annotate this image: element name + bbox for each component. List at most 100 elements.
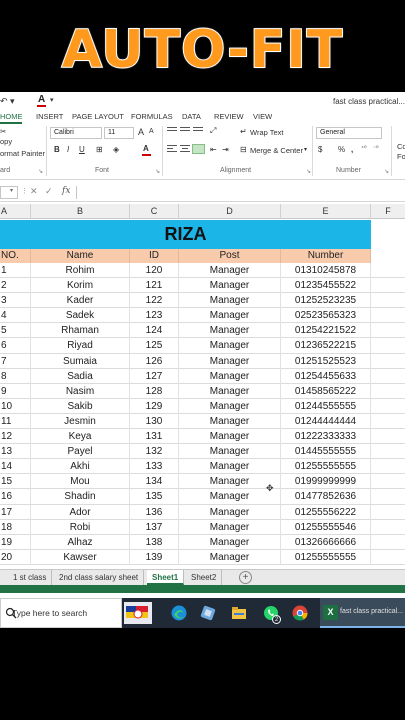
cell-number[interactable]: 01326666666 <box>281 534 371 550</box>
cell-name[interactable]: Alhaz <box>31 534 130 550</box>
sheet-tab-1st-class[interactable]: 1 st class <box>8 570 53 585</box>
cell-no[interactable]: 7 <box>0 353 31 369</box>
cell-id[interactable]: 138 <box>130 534 179 550</box>
cut-icon[interactable]: ✂ <box>0 127 6 136</box>
cell-number[interactable]: 01999999999 <box>281 474 371 490</box>
percent-button[interactable]: % <box>338 145 345 154</box>
cell-no[interactable]: 16 <box>0 489 31 505</box>
merge-center-button[interactable]: Merge & Center <box>250 146 303 155</box>
app-icon[interactable] <box>199 604 217 622</box>
cell-no[interactable]: 19 <box>0 534 31 550</box>
conditional-formatting-button[interactable]: Co <box>397 142 405 151</box>
sheet-title-cell[interactable]: RIZA <box>0 220 371 249</box>
excel-taskbar-button[interactable]: X fast class practical... <box>320 598 405 628</box>
undo-icon[interactable]: ↶ ▾ <box>0 96 15 107</box>
chrome-browser-icon[interactable] <box>291 604 309 622</box>
cell-id[interactable]: 124 <box>130 323 179 339</box>
cell-no[interactable]: 1 <box>0 263 31 278</box>
cell-no[interactable]: 10 <box>0 398 31 414</box>
cell-id[interactable]: 127 <box>130 368 179 384</box>
tab-formulas[interactable]: FORMULAS <box>131 112 173 121</box>
qat-font-color-icon[interactable]: A <box>38 94 45 105</box>
cell-post[interactable]: Manager <box>179 413 281 429</box>
cell-id[interactable]: 139 <box>130 549 179 565</box>
cell-name[interactable]: Korim <box>31 278 130 294</box>
cell-number[interactable]: 01222333333 <box>281 429 371 445</box>
cell-post[interactable]: Manager <box>179 398 281 414</box>
bold-button[interactable]: B <box>54 145 60 154</box>
cell-number[interactable]: 01458565222 <box>281 383 371 399</box>
cell-id[interactable]: 131 <box>130 429 179 445</box>
tab-page-layout[interactable]: PAGE LAYOUT <box>72 112 124 121</box>
shrink-font-button[interactable]: A <box>149 128 154 135</box>
font-launcher-icon[interactable]: ↘ <box>155 168 160 175</box>
font-color-button[interactable]: A <box>143 144 149 153</box>
cell-name[interactable]: Payel <box>31 444 130 460</box>
column-header-d[interactable]: D <box>179 204 281 219</box>
cell-no[interactable]: 13 <box>0 444 31 460</box>
cell-id[interactable]: 135 <box>130 489 179 505</box>
confirm-entry-button[interactable]: ✓ <box>45 186 53 197</box>
font-name-select[interactable]: Calibri <box>50 127 102 139</box>
cell-post[interactable]: Manager <box>179 444 281 460</box>
cancel-entry-button[interactable]: ✕ <box>30 186 38 197</box>
increase-indent-icon[interactable]: ⇥ <box>222 145 229 154</box>
cell-post[interactable]: Manager <box>179 278 281 294</box>
header-cell-number[interactable]: Number <box>281 249 371 263</box>
orientation-icon[interactable]: ⤢ <box>210 126 216 136</box>
clipboard-launcher-icon[interactable]: ↘ <box>38 168 43 175</box>
align-right-active-icon[interactable] <box>192 144 205 154</box>
tab-insert[interactable]: INSERT <box>36 112 63 121</box>
cell-id[interactable]: 130 <box>130 413 179 429</box>
borders-icon[interactable]: ⊞ <box>96 145 103 154</box>
cell-id[interactable]: 121 <box>130 278 179 294</box>
cell-post[interactable]: Manager <box>179 353 281 369</box>
cell-no[interactable]: 6 <box>0 338 31 354</box>
tab-view[interactable]: VIEW <box>253 112 272 121</box>
cell-number[interactable]: 01255556222 <box>281 504 371 520</box>
column-header-c[interactable]: C <box>130 204 179 219</box>
cell-number[interactable]: 01254221522 <box>281 323 371 339</box>
cell-number[interactable]: 01244444444 <box>281 413 371 429</box>
cell-no[interactable]: 20 <box>0 549 31 565</box>
currency-button[interactable]: $ <box>318 145 322 154</box>
number-launcher-icon[interactable]: ↘ <box>384 168 389 175</box>
align-center-icon[interactable] <box>180 145 190 153</box>
column-header-e[interactable]: E <box>281 204 371 219</box>
cell-name[interactable]: Riyad <box>31 338 130 354</box>
tab-data[interactable]: DATA <box>182 112 201 121</box>
cell-name[interactable]: Kader <box>31 293 130 309</box>
cell-id[interactable]: 129 <box>130 398 179 414</box>
cell-post[interactable]: Manager <box>179 368 281 384</box>
cell-name[interactable]: Mou <box>31 474 130 490</box>
cell-name[interactable]: Sadia <box>31 368 130 384</box>
cell-number[interactable]: 01477852636 <box>281 489 371 505</box>
cell-id[interactable]: 126 <box>130 353 179 369</box>
cell-number[interactable]: 01244555555 <box>281 398 371 414</box>
cell-number[interactable]: 01255555555 <box>281 459 371 475</box>
cell-no[interactable]: 15 <box>0 474 31 490</box>
cell-post[interactable]: Manager <box>179 459 281 475</box>
cell-id[interactable]: 133 <box>130 459 179 475</box>
fill-color-icon[interactable]: ◈ <box>113 145 119 154</box>
formula-input[interactable] <box>76 186 405 199</box>
cell-no[interactable]: 12 <box>0 429 31 445</box>
increase-decimal-icon[interactable]: ⁺⁰ <box>361 145 367 152</box>
sheet-tab-2nd-class-salary[interactable]: 2nd class salary sheet <box>54 570 145 585</box>
cell-post[interactable]: Manager <box>179 263 281 278</box>
column-header-f[interactable]: F <box>371 204 405 219</box>
sheet-tab-sheet1[interactable]: Sheet1 <box>147 570 185 585</box>
align-bottom-icon[interactable] <box>193 127 203 135</box>
column-header-a[interactable]: A <box>0 204 31 219</box>
cell-post[interactable]: Manager <box>179 504 281 520</box>
decrease-indent-icon[interactable]: ⇤ <box>210 145 217 154</box>
cell-name[interactable]: Shadin <box>31 489 130 505</box>
cell-no[interactable]: 17 <box>0 504 31 520</box>
wrap-text-button[interactable]: Wrap Text <box>250 128 284 137</box>
decrease-decimal-icon[interactable]: ⁻⁰ <box>373 145 379 152</box>
cell-name[interactable]: Jesmin <box>31 413 130 429</box>
cell-post[interactable]: Manager <box>179 323 281 339</box>
cell-id[interactable]: 132 <box>130 444 179 460</box>
grow-font-button[interactable]: A <box>138 127 144 137</box>
cell-number[interactable]: 01235455522 <box>281 278 371 294</box>
